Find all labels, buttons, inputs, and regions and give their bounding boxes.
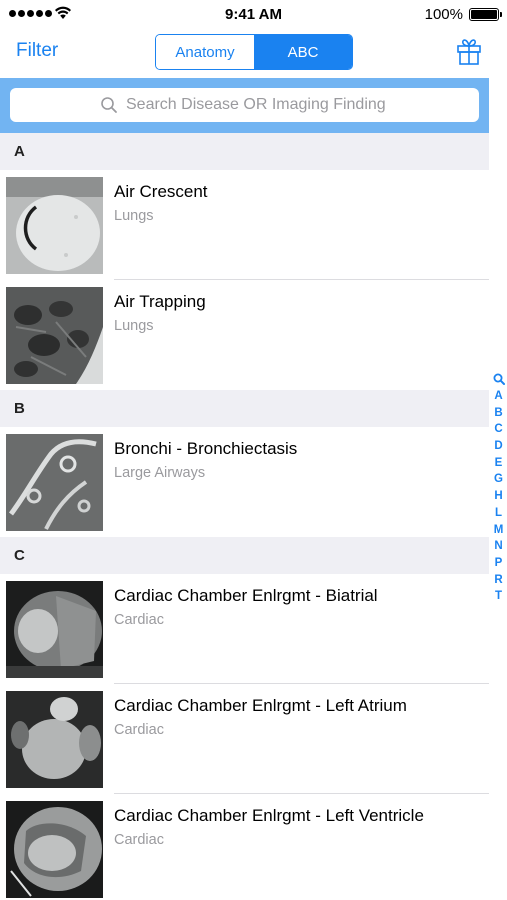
- section-header-b: B: [0, 390, 489, 427]
- item-title: Cardiac Chamber Enlrgmt - Left Atrium: [114, 696, 407, 715]
- gift-icon[interactable]: [455, 37, 483, 65]
- thumbnail-image: [6, 287, 103, 384]
- index-letter[interactable]: P: [495, 555, 503, 572]
- navigation-bar: Filter Anatomy ABC: [0, 28, 507, 78]
- item-subtitle: Lungs: [114, 208, 154, 224]
- index-letter[interactable]: D: [494, 438, 502, 455]
- index-search-icon[interactable]: [493, 373, 505, 385]
- battery-percentage: 100%: [424, 6, 463, 23]
- index-letter[interactable]: A: [494, 388, 502, 405]
- battery-icon: [469, 8, 502, 21]
- status-bar: 9:41 AM 100%: [0, 0, 507, 28]
- item-title: Cardiac Chamber Enlrgmt - Left Ventricle: [114, 806, 424, 825]
- list-item[interactable]: Cardiac Chamber Enlrgmt - Left Ventricle…: [0, 794, 489, 900]
- list-item[interactable]: Cardiac Chamber Enlrgmt - Biatrial Cardi…: [0, 574, 489, 684]
- list-item[interactable]: Air Trapping Lungs: [0, 280, 489, 390]
- item-subtitle: Lungs: [114, 318, 154, 334]
- section-index[interactable]: A B C D E G H L M N P R T: [490, 373, 507, 605]
- search-icon: [101, 97, 117, 113]
- thumbnail-image: [6, 177, 103, 274]
- index-letter[interactable]: R: [494, 572, 502, 589]
- finding-list: A Air Crescent Lungs Air Trapping Lungs …: [0, 133, 489, 900]
- thumbnail-image: [6, 691, 103, 788]
- thumbnail-image: [6, 434, 103, 531]
- section-header-c: C: [0, 537, 489, 574]
- segmented-control: Anatomy ABC: [155, 34, 353, 70]
- index-letter[interactable]: N: [494, 538, 502, 555]
- list-item[interactable]: Bronchi - Bronchiectasis Large Airways: [0, 427, 489, 537]
- item-subtitle: Large Airways: [114, 465, 206, 481]
- index-letter[interactable]: L: [495, 505, 502, 522]
- search-input[interactable]: Search Disease OR Imaging Finding: [10, 88, 479, 122]
- item-title: Bronchi - Bronchiectasis: [114, 439, 298, 458]
- item-title: Air Trapping: [114, 292, 206, 311]
- index-letter[interactable]: G: [494, 471, 503, 488]
- list-item[interactable]: Air Crescent Lungs: [0, 170, 489, 280]
- filter-button[interactable]: Filter: [16, 40, 58, 62]
- index-letter[interactable]: B: [494, 405, 502, 422]
- item-title: Air Crescent: [114, 182, 208, 201]
- index-letter[interactable]: H: [494, 488, 502, 505]
- item-subtitle: Cardiac: [114, 722, 164, 738]
- list-item[interactable]: Cardiac Chamber Enlrgmt - Left Atrium Ca…: [0, 684, 489, 794]
- index-letter[interactable]: C: [494, 421, 502, 438]
- item-title: Cardiac Chamber Enlrgmt - Biatrial: [114, 586, 378, 605]
- segment-abc[interactable]: ABC: [254, 35, 352, 69]
- search-bar: Search Disease OR Imaging Finding: [0, 78, 489, 133]
- search-placeholder: Search Disease OR Imaging Finding: [126, 96, 386, 113]
- index-letter[interactable]: E: [495, 455, 503, 472]
- index-letter[interactable]: T: [495, 588, 502, 605]
- thumbnail-image: [6, 581, 103, 678]
- section-header-a: A: [0, 133, 489, 170]
- item-subtitle: Cardiac: [114, 832, 164, 848]
- segment-anatomy[interactable]: Anatomy: [156, 35, 254, 69]
- item-subtitle: Cardiac: [114, 612, 164, 628]
- index-letter[interactable]: M: [494, 522, 504, 539]
- thumbnail-image: [6, 801, 103, 898]
